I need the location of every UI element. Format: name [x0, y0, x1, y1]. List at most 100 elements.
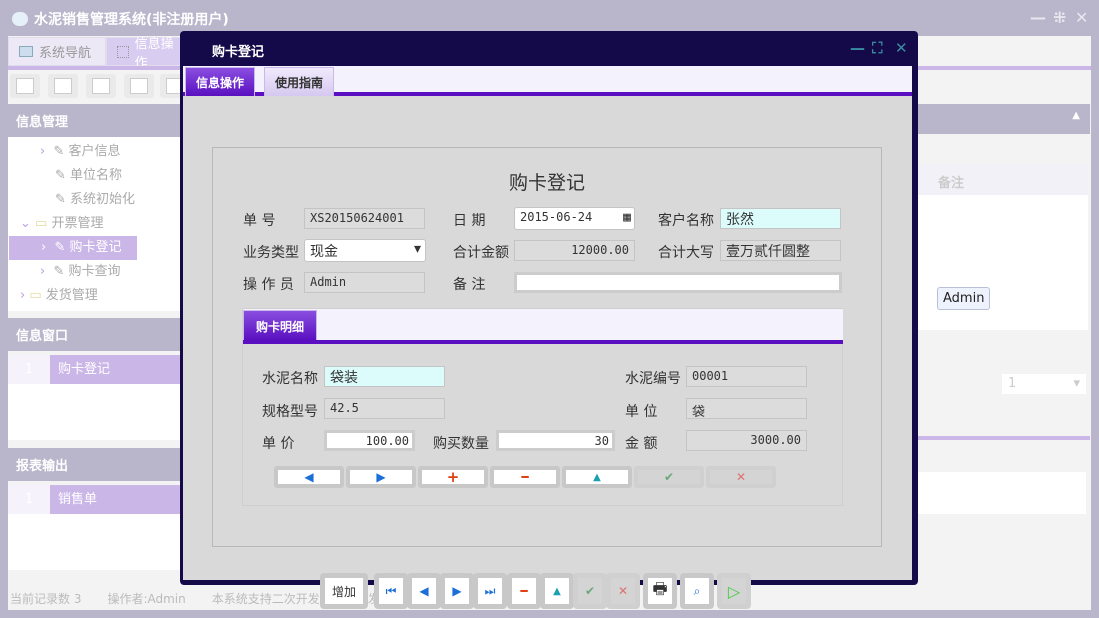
cancel-button[interactable]: ✕: [606, 573, 640, 609]
tooltip: Admin: [937, 287, 990, 310]
chevron-down-icon: ▾: [1073, 376, 1080, 391]
dialog-close-icon[interactable]: ✕: [895, 39, 908, 57]
close-icon[interactable]: ✕: [1075, 8, 1088, 27]
prev-record-button[interactable]: ◀: [407, 573, 441, 609]
tab-info-operation[interactable]: 信息操作: [185, 67, 255, 96]
run-button[interactable]: ▷: [717, 573, 751, 609]
list-item[interactable]: 1购卡登记: [8, 355, 180, 384]
dialog-maximize-icon[interactable]: ⛶: [872, 39, 883, 57]
document-tool-button[interactable]: [86, 74, 116, 98]
user-tool-button[interactable]: [124, 74, 154, 98]
detail-delete-button[interactable]: ━: [490, 466, 560, 488]
card-register-dialog: 购卡登记 — ⛶ ✕ 信息操作 使用指南 购卡登记 单 号 XS20150624…: [180, 31, 918, 585]
operator-label: 操 作 员: [243, 274, 294, 294]
operator-field[interactable]: Admin: [304, 272, 425, 293]
minus-icon: ━: [520, 584, 527, 598]
nav-header: 信息管理: [8, 104, 180, 137]
spec-field[interactable]: 42.5: [324, 398, 445, 419]
restore-icon[interactable]: ⁜: [1053, 8, 1066, 27]
tree-item-customer[interactable]: › ✎ 客户信息: [8, 140, 180, 164]
detail-confirm-button[interactable]: ✔: [634, 466, 704, 488]
first-icon: ⏮: [386, 584, 397, 599]
customer-field[interactable]: 张然: [720, 208, 841, 229]
info-window-panel: 信息窗口 1购卡登记: [8, 318, 180, 440]
next-record-button[interactable]: ▶: [440, 573, 474, 609]
order-no-field[interactable]: XS20150624001: [304, 208, 425, 229]
amount-label: 金 额: [625, 433, 657, 453]
user-icon: [130, 78, 148, 94]
unit-label: 单 位: [625, 401, 657, 421]
amount-field[interactable]: 3000.00: [686, 430, 807, 451]
detail-edit-button[interactable]: ▲: [562, 466, 632, 488]
nav-panel: 信息管理 › ✎ 客户信息 ✎ 单位名称 ✎ 系统初始化 ⌄ ▭ 开票管理 › …: [8, 104, 180, 311]
form-title: 购卡登记: [213, 168, 881, 195]
biz-type-label: 业务类型: [243, 242, 299, 262]
check-icon: ✔: [585, 584, 595, 598]
detail-prev-button[interactable]: ◀: [274, 466, 344, 488]
list-icon: [54, 78, 72, 94]
tree-folder-shipping[interactable]: › ▭ 发货管理: [8, 284, 180, 308]
minus-icon: ━: [521, 470, 528, 484]
detail-add-button[interactable]: +: [418, 466, 488, 488]
cement-no-label: 水泥编号: [625, 368, 681, 388]
order-no-label: 单 号: [243, 210, 275, 230]
search-tool-button[interactable]: [10, 74, 40, 98]
biz-type-select[interactable]: 现金▾: [304, 239, 426, 262]
tree-item-unit[interactable]: ✎ 单位名称: [8, 164, 180, 188]
arrow-right-icon: ▶: [452, 584, 461, 598]
detail-toolbar: ◀ ▶ + ━ ▲ ✔ ✕: [274, 466, 776, 488]
print-button[interactable]: 🖶: [643, 573, 677, 609]
total-cn-field[interactable]: 壹万贰仟圆整: [720, 240, 841, 261]
add-button[interactable]: 增加: [320, 573, 368, 609]
tab-system-nav[interactable]: 系统导航: [8, 37, 106, 66]
delete-button[interactable]: ━: [507, 573, 541, 609]
page-select[interactable]: 1▾: [1002, 374, 1086, 394]
magnifier-icon: [16, 78, 34, 94]
tab-user-guide[interactable]: 使用指南: [264, 67, 334, 96]
app-logo-icon: [12, 12, 28, 26]
print-preview-icon: ⌕: [694, 584, 701, 599]
remark-field[interactable]: [514, 272, 842, 293]
detail-next-button[interactable]: ▶: [346, 466, 416, 488]
edit-button[interactable]: ▲: [540, 573, 574, 609]
calendar-icon: ▦: [623, 210, 631, 225]
unit-field[interactable]: 袋: [686, 398, 807, 419]
cement-no-field[interactable]: 00001: [686, 366, 807, 387]
info-window-header: 信息窗口: [8, 318, 180, 351]
list-tool-button[interactable]: [48, 74, 78, 98]
app-title-bar: 水泥销售管理系统(非注册用户): [12, 9, 229, 29]
x-icon: ✕: [618, 584, 628, 598]
tab-card-detail[interactable]: 购卡明细: [243, 310, 317, 340]
price-field[interactable]: 100.00: [324, 430, 415, 451]
spec-label: 规格型号: [262, 401, 318, 421]
nav-tree: › ✎ 客户信息 ✎ 单位名称 ✎ 系统初始化 ⌄ ▭ 开票管理 › ✎ 购卡登…: [8, 137, 180, 311]
tree-item-init[interactable]: ✎ 系统初始化: [8, 188, 180, 212]
preview-button[interactable]: ⌕: [680, 573, 714, 609]
last-record-button[interactable]: ⏭: [473, 573, 507, 609]
tree-item-card-query[interactable]: › ✎ 购卡查询: [8, 260, 180, 284]
tree-folder-invoice[interactable]: ⌄ ▭ 开票管理: [8, 212, 180, 236]
detail-panel: 购卡明细 水泥名称 袋装 水泥编号 00001 规格型号 42.5 单 位 袋 …: [242, 308, 843, 506]
customer-label: 客户名称: [658, 210, 714, 230]
date-label: 日 期: [453, 210, 485, 230]
total-field[interactable]: 12000.00: [514, 240, 635, 261]
cement-name-field[interactable]: 袋装: [324, 366, 445, 387]
remark-label: 备 注: [453, 274, 485, 294]
qty-field[interactable]: 30: [496, 430, 615, 451]
detail-cancel-button[interactable]: ✕: [706, 466, 776, 488]
monitor-icon: [19, 46, 33, 57]
first-record-button[interactable]: ⏮: [374, 573, 408, 609]
dialog-minimize-icon[interactable]: —: [850, 39, 865, 57]
minimize-icon[interactable]: —: [1030, 8, 1046, 27]
printer-icon: 🖶: [652, 578, 667, 605]
plus-icon: +: [447, 468, 460, 486]
chevron-down-icon: ▾: [414, 241, 421, 257]
triangle-up-icon: ▲: [593, 472, 601, 483]
x-icon: ✕: [736, 470, 746, 484]
report-header: 报表输出: [8, 448, 180, 481]
dialog-title: 购卡登记: [212, 41, 264, 60]
save-button[interactable]: ✔: [573, 573, 607, 609]
tree-item-card-register[interactable]: › ✎ 购卡登记: [9, 236, 137, 260]
date-field[interactable]: 2015-06-24▦: [514, 207, 635, 230]
list-item[interactable]: 1销售单: [8, 485, 180, 514]
